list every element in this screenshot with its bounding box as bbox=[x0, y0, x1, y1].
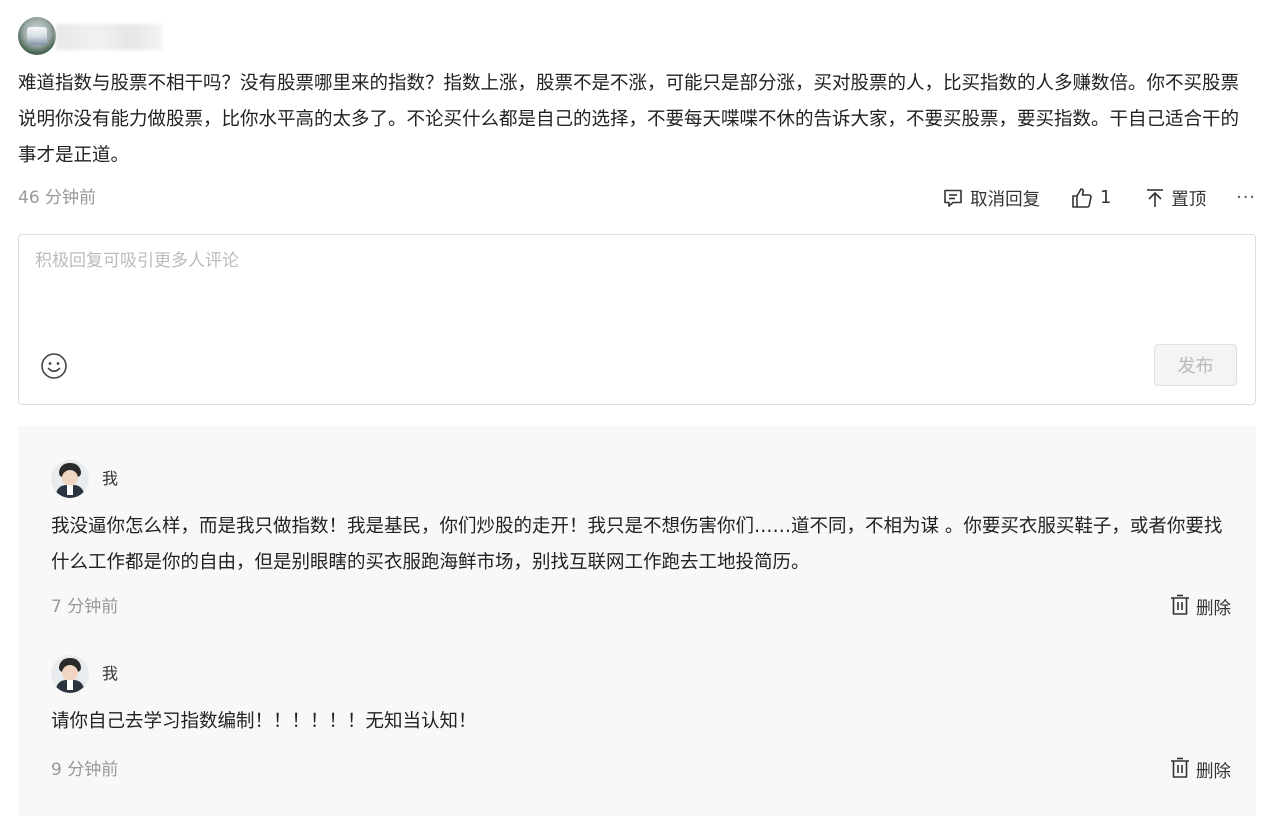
more-icon: ··· bbox=[1236, 188, 1256, 208]
cancel-reply-label: 取消回复 bbox=[970, 189, 1041, 210]
reply-box: 发布 bbox=[18, 234, 1256, 405]
pin-label: 置顶 bbox=[1171, 189, 1207, 210]
comment-actions: 取消回复 1 置顶 ··· bbox=[942, 184, 1256, 212]
emoji-icon[interactable] bbox=[40, 352, 68, 380]
reply-input[interactable] bbox=[35, 247, 1235, 327]
avatar[interactable] bbox=[18, 17, 56, 55]
reply-author[interactable]: 我 bbox=[102, 467, 118, 491]
comment-meta: 46 分钟前 取消回复 1 置顶 ··· bbox=[18, 184, 1256, 212]
reply-text: 请你自己去学习指数编制！！！！！！无知当认知！ bbox=[51, 711, 477, 732]
reply-author[interactable]: 我 bbox=[102, 662, 118, 686]
like-button[interactable]: 1 bbox=[1070, 184, 1111, 212]
trash-icon bbox=[1170, 757, 1190, 784]
avatar[interactable] bbox=[51, 655, 89, 693]
reply-time: 9 分钟前 bbox=[51, 760, 119, 780]
cancel-reply-button[interactable]: 取消回复 bbox=[942, 184, 1040, 212]
delete-button[interactable]: 删除 bbox=[1170, 593, 1231, 621]
more-options-button[interactable]: ··· bbox=[1236, 184, 1256, 212]
reply-item: 我 我没逼你怎么样，而是我只做指数！我是基民，你们炒股的走开！我只是不想伤害你们… bbox=[51, 460, 1231, 640]
author-name-blurred[interactable] bbox=[56, 24, 162, 50]
reply-text: 我没逼你怎么样，而是我只做指数！我是基民，你们炒股的走开！我只是不想伤害你们……… bbox=[51, 516, 1223, 573]
comment-header bbox=[18, 17, 318, 57]
pin-top-icon bbox=[1145, 187, 1165, 209]
delete-label: 删除 bbox=[1196, 598, 1231, 619]
delete-button[interactable]: 删除 bbox=[1170, 756, 1231, 784]
avatar[interactable] bbox=[51, 460, 89, 498]
reply-time: 7 分钟前 bbox=[51, 597, 119, 617]
comment-text: 难道指数与股票不相干吗？没有股票哪里来的指数？指数上涨，股票不是不涨，可能只是部… bbox=[18, 73, 1240, 166]
trash-icon bbox=[1170, 594, 1190, 621]
like-count: 1 bbox=[1100, 188, 1112, 208]
comment-reply-icon bbox=[942, 187, 964, 209]
reply-list: 我 我没逼你怎么样，而是我只做指数！我是基民，你们炒股的走开！我只是不想伤害你们… bbox=[18, 426, 1256, 816]
delete-label: 删除 bbox=[1196, 761, 1231, 782]
pin-button[interactable]: 置顶 bbox=[1145, 184, 1206, 212]
thumbs-up-icon bbox=[1070, 186, 1094, 210]
comment-time: 46 分钟前 bbox=[18, 188, 97, 208]
publish-button[interactable]: 发布 bbox=[1154, 344, 1237, 386]
reply-item: 我 请你自己去学习指数编制！！！！！！无知当认知！ 9 分钟前 删除 bbox=[51, 655, 1231, 795]
